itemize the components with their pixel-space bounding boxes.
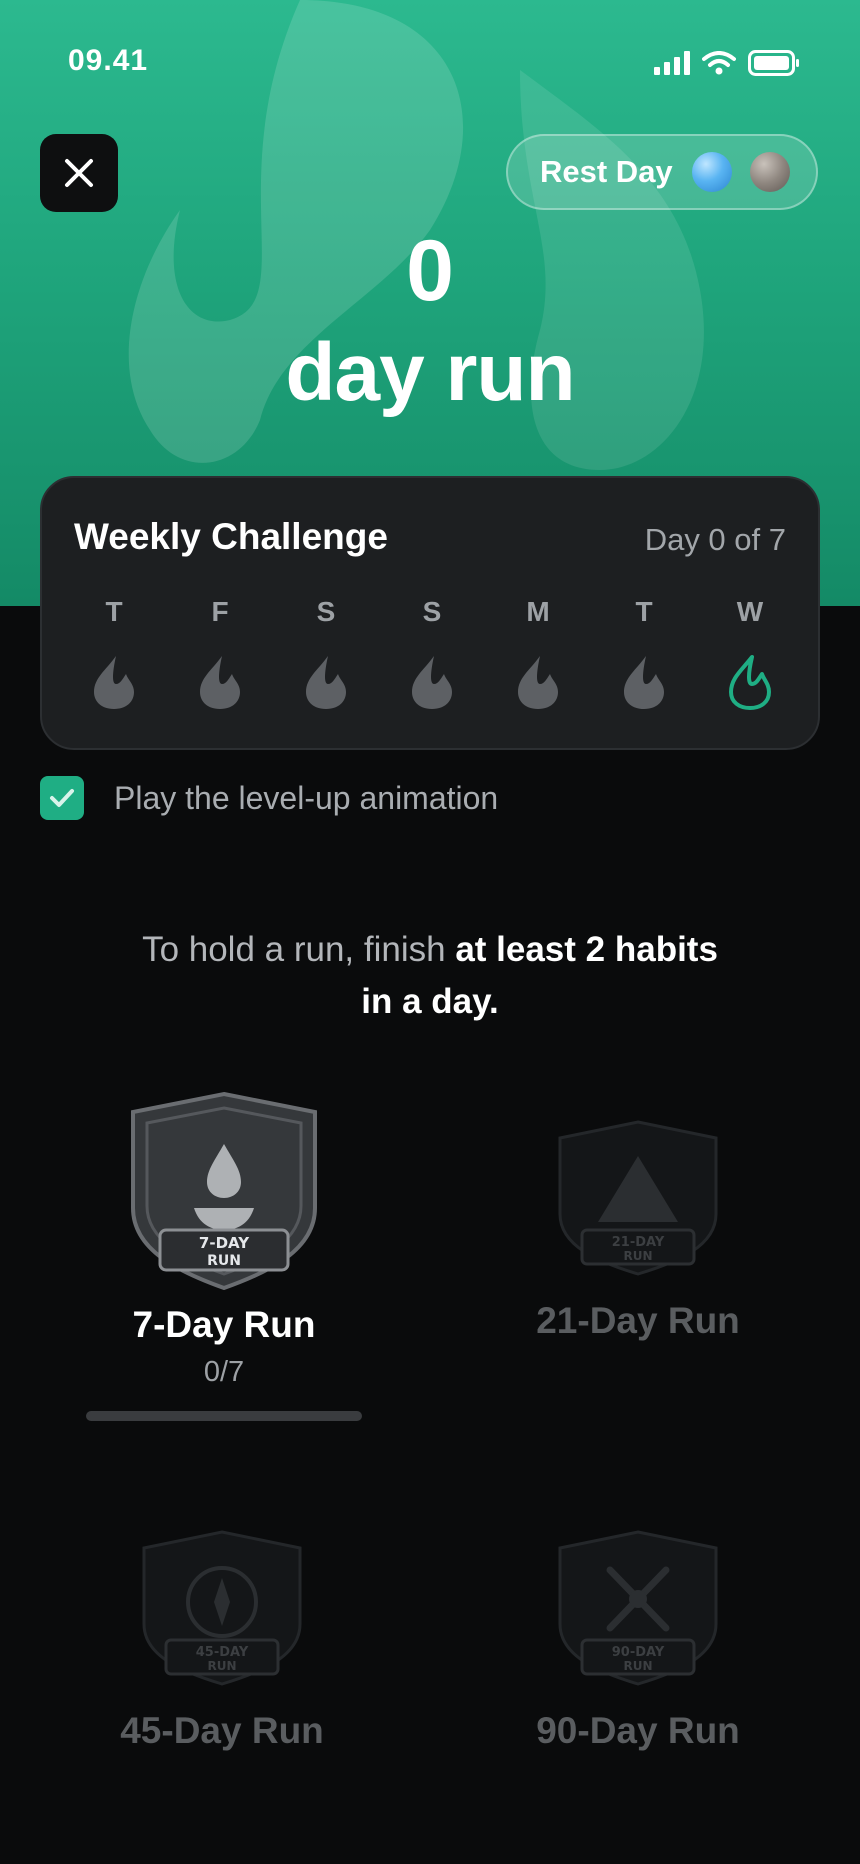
rest-day-toggle[interactable]: Rest Day <box>506 134 818 210</box>
run-label: day run <box>285 327 575 418</box>
day-letter: S <box>422 596 442 627</box>
badge-count: 0/7 <box>203 1356 245 1388</box>
status-icons <box>654 50 800 76</box>
badge-name: 90-Day Run <box>536 1710 740 1751</box>
badge-shield-text: 7-DAY <box>199 1234 250 1252</box>
level-up-animation-checkbox[interactable] <box>40 776 84 820</box>
day-item: S <box>394 596 470 710</box>
rule-prefix: To hold a run, finish <box>142 930 456 969</box>
crossed-tools-badge-icon: 90-DAY RUN <box>558 1530 718 1686</box>
compass-badge-icon: 45-DAY RUN <box>142 1530 302 1686</box>
badge-shield-text: RUN <box>207 1659 236 1673</box>
flame-inactive-icon <box>412 656 452 709</box>
day-letter: M <box>526 596 550 627</box>
checkmark-icon <box>50 789 74 807</box>
day-letter: F <box>211 596 229 627</box>
cellular-signal-icon <box>654 51 690 75</box>
flame-active-icon <box>729 655 771 710</box>
day-item-today: W <box>712 596 788 710</box>
badge-7-day-run[interactable]: 7-DAY RUN 7-Day Run 0/7 <box>74 1090 374 1421</box>
blue-orb-icon <box>692 152 732 192</box>
weekly-challenge-title: Weekly Challenge <box>74 516 388 557</box>
badge-progress-bar <box>86 1411 362 1421</box>
day-item: M <box>500 596 576 710</box>
weekday-row: T F S S M T W <box>76 596 788 710</box>
badge-45-day-run[interactable]: 45-DAY RUN 45-Day Run <box>72 1528 372 1752</box>
day-item: T <box>606 596 682 710</box>
grey-orb-icon <box>750 152 790 192</box>
flame-inactive-icon <box>518 656 558 709</box>
badge-90-day-run[interactable]: 90-DAY RUN 90-Day Run <box>488 1528 788 1752</box>
badge-21-day-run[interactable]: 21-DAY RUN 21-Day Run <box>488 1118 788 1342</box>
mountain-badge-icon: 21-DAY RUN <box>558 1120 718 1276</box>
badge-shield-text: RUN <box>207 1253 241 1269</box>
badge-shield-text: 90-DAY <box>612 1645 665 1660</box>
flame-inactive-icon <box>200 656 240 709</box>
wifi-icon <box>702 51 736 75</box>
rule-emphasis: at least 2 habits <box>455 930 718 969</box>
day-letter: T <box>635 596 653 627</box>
weekly-challenge-card: Weekly Challenge Day 0 of 7 T F S S M T … <box>40 476 820 750</box>
close-button[interactable] <box>40 134 118 212</box>
badge-shield-text: 21-DAY <box>612 1235 665 1250</box>
flame-inactive-icon <box>306 656 346 709</box>
badge-name: 21-Day Run <box>536 1300 740 1341</box>
flame-inactive-icon <box>94 656 134 709</box>
rest-day-label: Rest Day <box>540 154 673 189</box>
level-up-animation-option[interactable]: Play the level-up animation <box>40 776 498 820</box>
day-letter: S <box>316 596 336 627</box>
weekly-challenge-progress: Day 0 of 7 <box>644 522 786 557</box>
flame-inactive-icon <box>624 656 664 709</box>
badge-shield-text: RUN <box>623 1249 652 1263</box>
run-count: 0 <box>406 223 454 319</box>
run-rule-text: To hold a run, finish at least 2 habits … <box>100 924 760 1028</box>
drop-badge-icon: 7-DAY RUN <box>131 1091 317 1290</box>
battery-icon <box>748 50 799 76</box>
status-time: 09.41 <box>68 44 149 77</box>
badge-name: 7-Day Run <box>132 1304 316 1345</box>
day-letter: W <box>736 596 764 627</box>
day-item: T <box>76 596 152 710</box>
level-up-animation-label: Play the level-up animation <box>114 779 499 816</box>
badge-shield-text: RUN <box>623 1659 652 1673</box>
badge-shield-text: 45-DAY <box>196 1645 249 1660</box>
close-icon <box>65 159 93 187</box>
day-item: F <box>182 596 258 710</box>
day-item: S <box>288 596 364 710</box>
badge-name: 45-Day Run <box>120 1710 324 1751</box>
day-letter: T <box>105 596 123 627</box>
rule-emphasis-line2: in a day. <box>361 982 499 1021</box>
